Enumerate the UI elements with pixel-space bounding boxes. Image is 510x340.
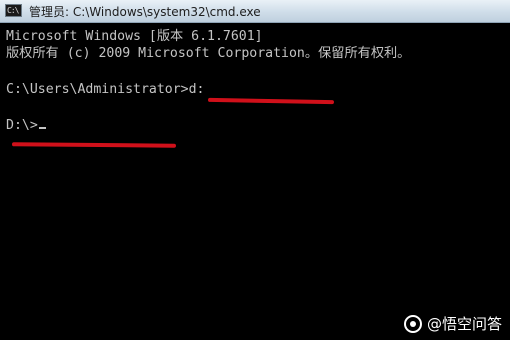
console-line-prompt: D:\> <box>6 118 46 134</box>
console-line-version: Microsoft Windows [版本 6.1.7601] <box>6 29 263 44</box>
console-line-command: C:\Users\Administrator>d: <box>6 82 205 97</box>
prompt-text: D:\> <box>6 118 38 133</box>
window-titlebar[interactable]: C:\ 管理员: C:\Windows\system32\cmd.exe <box>0 0 510 23</box>
watermark: @悟空问答 <box>403 313 502 334</box>
watermark-text: @悟空问答 <box>426 315 502 333</box>
cmd-icon[interactable]: C:\ <box>5 4 22 17</box>
console-output[interactable]: Microsoft Windows [版本 6.1.7601] 版权所有 (c)… <box>0 23 510 340</box>
window-title: 管理员: C:\Windows\system32\cmd.exe <box>29 5 261 19</box>
text-cursor <box>38 127 46 129</box>
console-line-copyright: 版权所有 (c) 2009 Microsoft Corporation。保留所有… <box>6 46 411 61</box>
wukong-logo-icon <box>403 314 422 333</box>
